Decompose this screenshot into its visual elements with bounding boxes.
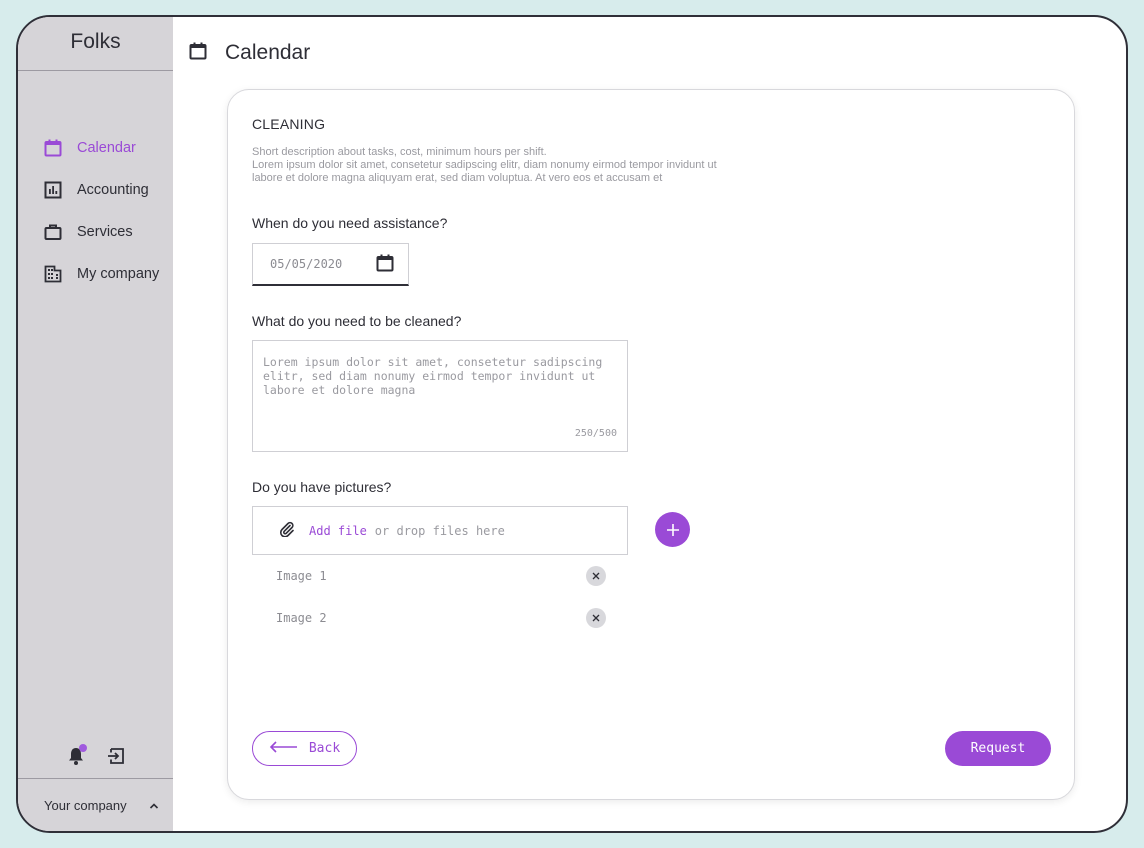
file-dropzone[interactable]: Add file or drop files here	[252, 506, 628, 555]
remove-file-button[interactable]	[586, 608, 606, 628]
calendar-icon	[189, 42, 207, 65]
character-counter: 250/500	[574, 428, 617, 439]
sidebar-item-calendar[interactable]: Calendar	[18, 127, 173, 169]
description-line: Short description about tasks, cost, min…	[252, 146, 547, 158]
pictures-question-label: Do you have pictures?	[252, 479, 392, 495]
notification-badge	[78, 744, 87, 752]
add-file-link[interactable]: Add file	[309, 524, 367, 538]
notification-bell-icon[interactable]	[65, 744, 87, 767]
sidebar-item-label: My company	[77, 266, 160, 282]
close-icon	[592, 614, 600, 622]
file-name: Image 1	[276, 569, 327, 583]
description-line: Lorem ipsum dolor sit amet, consetetur s…	[252, 159, 717, 171]
plus-icon	[666, 523, 679, 536]
back-label: Back	[308, 741, 341, 756]
calendar-picker-icon[interactable]	[376, 254, 394, 275]
section-description: Short description about tasks, cost, min…	[252, 146, 812, 185]
sidebar-item-my-company[interactable]: My company	[18, 253, 173, 295]
app-window: Folks Calendar Accounting Services My co…	[16, 15, 1128, 833]
page-title: Calendar	[225, 41, 311, 64]
service-request-card: CLEANING Short description about tasks, …	[227, 89, 1075, 800]
clean-question-label: What do you need to be cleaned?	[252, 313, 462, 329]
building-icon	[43, 264, 63, 284]
add-picture-button[interactable]	[655, 512, 690, 547]
chart-icon	[43, 180, 63, 200]
page-header: Calendar	[173, 17, 1126, 89]
close-icon	[592, 572, 600, 580]
sidebar-item-label: Accounting	[77, 182, 149, 198]
drop-hint: or drop files here	[374, 523, 505, 538]
back-button[interactable]: Back	[252, 731, 357, 766]
arrow-left-icon	[269, 740, 299, 757]
sidebar-item-label: Calendar	[77, 140, 136, 156]
date-input[interactable]: 05/05/2020	[252, 243, 409, 286]
textarea-text: Lorem ipsum dolor sit amet, consetetur s…	[263, 355, 603, 397]
sidebar-item-services[interactable]: Services	[18, 211, 173, 253]
chevron-up-icon	[149, 798, 159, 813]
sidebar-item-accounting[interactable]: Accounting	[18, 169, 173, 211]
brand-logo: Folks	[18, 17, 173, 71]
clean-description-textarea[interactable]: Lorem ipsum dolor sit amet, consetetur s…	[252, 340, 628, 452]
request-button[interactable]: Request	[945, 731, 1051, 766]
briefcase-icon	[43, 222, 63, 242]
sidebar-nav: Calendar Accounting Services My company	[18, 127, 173, 295]
date-value: 05/05/2020	[270, 257, 343, 271]
logout-icon[interactable]	[105, 745, 127, 767]
company-name: Your company	[44, 797, 127, 813]
sidebar-utility-icons	[18, 744, 173, 767]
section-title: CLEANING	[252, 116, 326, 132]
uploaded-file-item: Image 2	[276, 607, 606, 629]
sidebar: Folks Calendar Accounting Services My co…	[18, 17, 173, 831]
uploaded-file-item: Image 1	[276, 565, 606, 587]
calendar-icon	[43, 138, 63, 158]
date-question-label: When do you need assistance?	[252, 215, 448, 231]
file-name: Image 2	[276, 611, 327, 625]
remove-file-button[interactable]	[586, 566, 606, 586]
sidebar-item-label: Services	[77, 224, 133, 240]
company-switcher[interactable]: Your company	[18, 778, 173, 831]
paperclip-icon	[279, 521, 295, 540]
description-line: labore et dolore magna aliquyam erat, se…	[252, 172, 663, 184]
